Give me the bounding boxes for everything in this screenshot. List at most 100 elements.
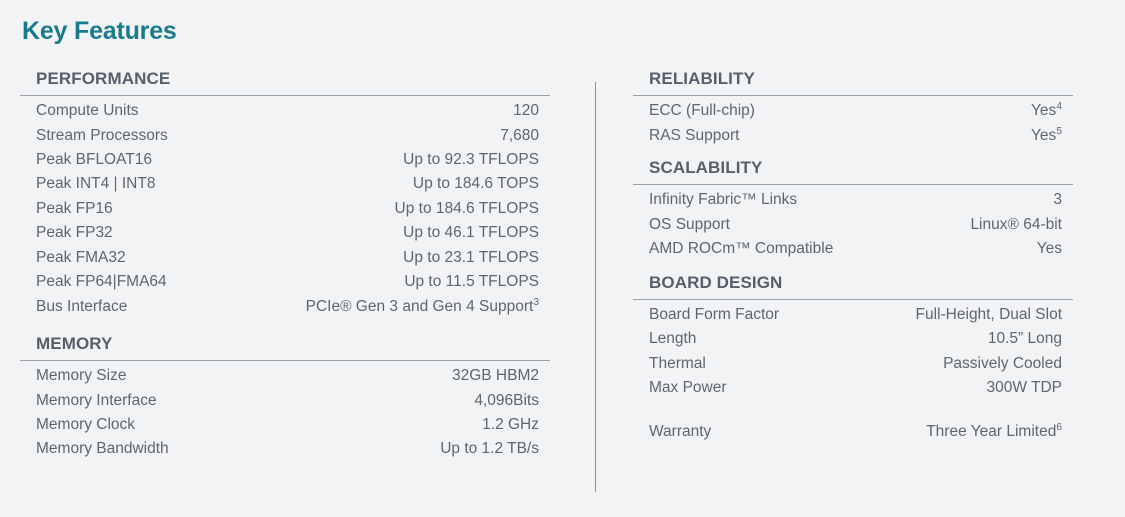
spec-row-label: Warranty [649, 423, 712, 441]
section-reliability: RELIABILITY ECC (Full-chip) Yes4 RAS Suppo… [633, 68, 1073, 148]
spec-row: Peak BFLOAT16 Up to 92.3 TFLOPS [20, 148, 550, 172]
spec-row-label: Thermal [649, 354, 706, 372]
spec-row-label: ECC (Full-chip) [649, 102, 755, 120]
board-design-rows: Board Form Factor Full-Height, Dual Slot L… [633, 303, 1073, 401]
spec-row: Compute Units 120 [20, 99, 550, 123]
spec-row: Peak FP32 Up to 46.1 TFLOPS [20, 221, 550, 245]
spec-row: OS Support Linux® 64-bit [633, 213, 1073, 237]
spec-row-value: 3 [1053, 191, 1062, 209]
spec-row: Bus Interface PCIe® Gen 3 and Gen 4 Suppo… [20, 295, 550, 319]
section-board-design: BOARD DESIGN Board Form Factor Full-Heigh… [633, 272, 1073, 401]
spec-row-value: Up to 11.5 TFLOPS [404, 273, 539, 291]
scalability-rows: Infinity Fabric™ Links 3 OS Support Linux® … [633, 188, 1073, 261]
spec-row: Memory Clock 1.2 GHz [20, 413, 550, 437]
section-rule [20, 95, 550, 97]
section-performance: PERFORMANCE Compute Units 120 Stream Proce… [20, 68, 550, 319]
spec-row-label: RAS Support [649, 126, 740, 144]
spec-row-value: Linux® 64-bit [970, 215, 1062, 233]
spec-row-value: Yes5 [1031, 125, 1062, 144]
footnote-marker: 3 [533, 296, 539, 308]
memory-rows: Memory Size 32GB HBM2 Memory Interface 4,09… [20, 364, 550, 462]
spec-row: Warranty Three Year Limited6 [633, 420, 1073, 444]
spec-row-value: Passively Cooled [943, 354, 1062, 372]
reliability-rows: ECC (Full-chip) Yes4 RAS Support Yes5 [633, 99, 1073, 148]
footnote-marker: 4 [1056, 101, 1062, 113]
right-column: RELIABILITY ECC (Full-chip) Yes4 RAS Suppo… [633, 68, 1073, 445]
section-memory: MEMORY Memory Size 32GB HBM2 Memory Interf… [20, 333, 550, 462]
spec-row-label: Peak FP16 [36, 199, 113, 217]
warranty-rows: Warranty Three Year Limited6 [633, 420, 1073, 444]
spec-row-value: 1.2 GHz [482, 415, 539, 433]
spec-row-label: Peak INT4 | INT8 [36, 175, 156, 193]
spec-columns: PERFORMANCE Compute Units 120 Stream Proce… [0, 68, 1125, 508]
section-scalability: SCALABILITY Infinity Fabric™ Links 3 OS Su… [633, 157, 1073, 261]
spec-row: Max Power 300W TDP [633, 376, 1073, 400]
spec-row: Memory Bandwidth Up to 1.2 TB/s [20, 437, 550, 461]
column-divider [595, 82, 596, 492]
section-rule [20, 360, 550, 362]
spec-row-value: 4,096Bits [474, 391, 539, 409]
spec-row-value: 32GB HBM2 [451, 367, 539, 385]
spec-row-label: Board Form Factor [649, 305, 780, 323]
spec-row-label: Bus Interface [36, 297, 128, 315]
spec-row-value: 120 [513, 102, 539, 120]
spec-row: Length 10.5” Long [633, 327, 1073, 351]
spec-row-label: Memory Size [36, 367, 127, 385]
spec-row: Memory Interface 4,096Bits [20, 389, 550, 413]
spec-row-label: Compute Units [36, 102, 139, 120]
spec-row: Peak FMA32 Up to 23.1 TFLOPS [20, 246, 550, 270]
spec-row-value: Up to 46.1 TFLOPS [403, 224, 539, 242]
left-column: PERFORMANCE Compute Units 120 Stream Proce… [20, 68, 550, 462]
footnote-marker: 6 [1056, 422, 1062, 434]
spec-row-value: Full-Height, Dual Slot [915, 305, 1062, 323]
spec-row: Memory Size 32GB HBM2 [20, 364, 550, 388]
section-title-memory: MEMORY [36, 333, 113, 353]
spec-row-label: Memory Clock [36, 415, 136, 433]
spec-row: Board Form Factor Full-Height, Dual Slot [633, 303, 1073, 327]
section-title-performance: PERFORMANCE [36, 69, 171, 88]
spec-row: Stream Processors 7,680 [20, 124, 550, 148]
spec-row-value: Up to 184.6 TOPS [412, 175, 539, 193]
spec-row-value: Three Year Limited6 [926, 422, 1062, 441]
spec-row: ECC (Full-chip) Yes4 [633, 99, 1073, 123]
spec-row: Infinity Fabric™ Links 3 [633, 188, 1073, 212]
spec-row-value: Up to 1.2 TB/s [440, 440, 539, 458]
section-rule [633, 95, 1073, 97]
section-rule [633, 298, 1073, 300]
spec-row-value: 300W TDP [986, 379, 1062, 396]
spec-row: Peak FP64|FMA64 Up to 11.5 TFLOPS [20, 270, 550, 294]
spec-row-value: Up to 23.1 TFLOPS [403, 248, 539, 266]
section-title-reliability: RELIABILITY [649, 69, 755, 88]
spec-row-label: Memory Interface [36, 391, 157, 409]
spec-row-label: Infinity Fabric™ Links [649, 191, 798, 209]
spec-row-value: Yes4 [1031, 101, 1062, 120]
spec-row-label: Stream Processors [36, 126, 168, 144]
spec-row: RAS Support Yes5 [633, 124, 1073, 148]
spec-row: Peak FP16 Up to 184.6 TFLOPS [20, 197, 550, 221]
performance-rows: Compute Units 120 Stream Processors 7,680 Pe… [20, 99, 550, 319]
spec-row-label: Peak FP64|FMA64 [36, 273, 167, 291]
section-title-scalability: SCALABILITY [649, 158, 763, 178]
spec-row-label: Peak FMA32 [36, 248, 126, 266]
spec-row-label: AMD ROCm™ Compatible [649, 240, 834, 258]
spec-row: Thermal Passively Cooled [633, 352, 1073, 376]
spec-row-value: 7,680 [500, 126, 539, 144]
spec-row-label: Peak BFLOAT16 [36, 151, 153, 169]
section-title-board-design: BOARD DESIGN [649, 272, 783, 292]
spec-row-value: Yes [1036, 240, 1062, 258]
section-rule [633, 184, 1073, 186]
page-title: Key Features [22, 17, 177, 45]
spec-row-label: Peak FP32 [36, 224, 113, 242]
spec-row-label: Memory Bandwidth [36, 440, 169, 458]
spec-row-value: Up to 92.3 TFLOPS [403, 151, 539, 169]
spec-row-value: PCIe® Gen 3 and Gen 4 Support3 [305, 296, 539, 315]
spec-row-value: Up to 184.6 TFLOPS [394, 199, 539, 217]
spec-row-value: 10.5” Long [987, 330, 1062, 348]
spec-row: AMD ROCm™ Compatible Yes [633, 237, 1073, 261]
spec-row: Peak INT4 | INT8 Up to 184.6 TOPS [20, 172, 550, 196]
spec-row-label: Length [649, 330, 697, 348]
